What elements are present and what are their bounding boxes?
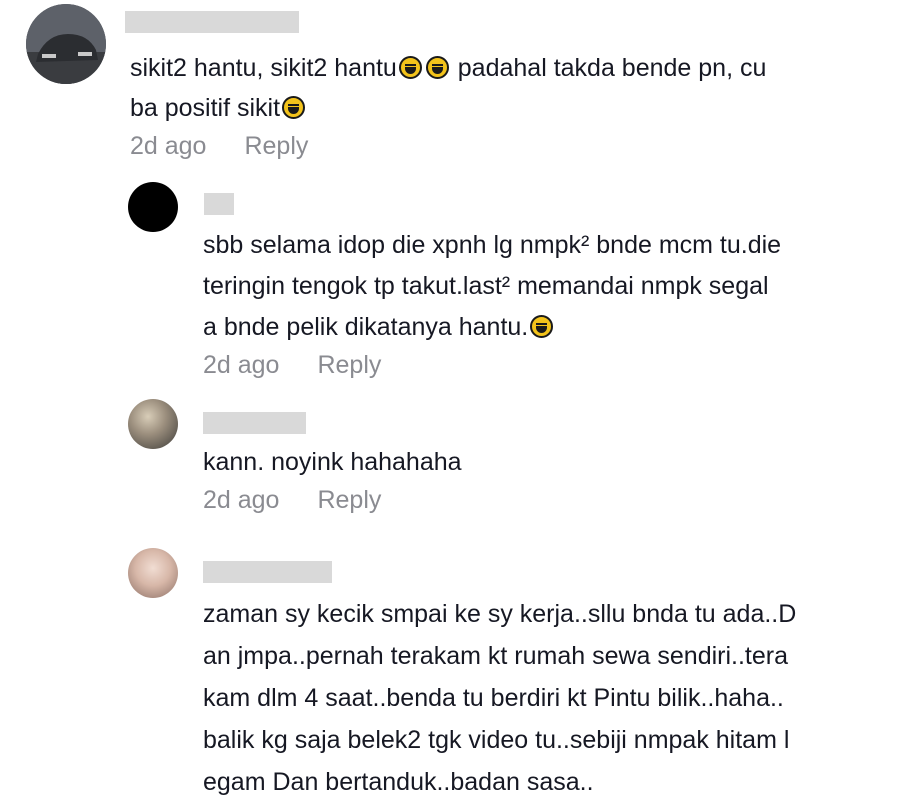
user-avatar[interactable] [128, 182, 178, 232]
reply-button[interactable]: Reply [317, 486, 381, 514]
username-redacted[interactable] [125, 11, 299, 33]
comment-text-line: egam Dan bertanduk..badan sasa.. [203, 768, 594, 796]
comment-text-line: teringin tengok tp takut.last² memandai … [203, 272, 769, 300]
grinning-sweat-emoji-icon [282, 96, 306, 119]
comment-meta: 2d ago Reply [203, 351, 381, 380]
comment-meta: 2d ago Reply [130, 132, 308, 161]
username-redacted[interactable] [203, 561, 332, 583]
comment-text-line: kann. noyink hahahaha [203, 448, 462, 476]
grinning-sweat-emoji-icon [530, 315, 554, 338]
grinning-sweat-emoji-icon [425, 56, 449, 79]
user-avatar[interactable] [128, 399, 178, 449]
comment-text-line: a bnde pelik dikatanya hantu. [203, 307, 555, 349]
user-avatar[interactable] [26, 4, 106, 84]
comment-time: 2d ago [130, 132, 207, 160]
username-redacted[interactable] [204, 193, 234, 215]
comment-text-line: sikit2 hantu, sikit2 hantu padahal takda… [130, 54, 767, 82]
comment-text-line: zaman sy kecik smpai ke sy kerja..sllu b… [203, 600, 797, 628]
username-redacted[interactable] [203, 412, 306, 434]
comment-text-line: kam dlm 4 saat..benda tu berdiri kt Pint… [203, 684, 784, 712]
comment-text-line: sbb selama idop die xpnh lg nmpk² bnde m… [203, 231, 782, 259]
comment-text-line: an jmpa..pernah terakam kt rumah sewa se… [203, 642, 788, 670]
comment-text-line: balik kg saja belek2 tgk video tu..sebij… [203, 726, 790, 754]
grinning-sweat-emoji-icon [398, 56, 422, 79]
comment-time: 2d ago [203, 351, 280, 379]
comment-time: 2d ago [203, 486, 280, 514]
comment-meta: 2d ago Reply [203, 486, 381, 515]
car-photo-icon [26, 4, 106, 84]
user-avatar[interactable] [128, 548, 178, 598]
reply-button[interactable]: Reply [317, 351, 381, 379]
comment-text-line: ba positif sikit [130, 88, 307, 130]
reply-button[interactable]: Reply [244, 132, 308, 160]
